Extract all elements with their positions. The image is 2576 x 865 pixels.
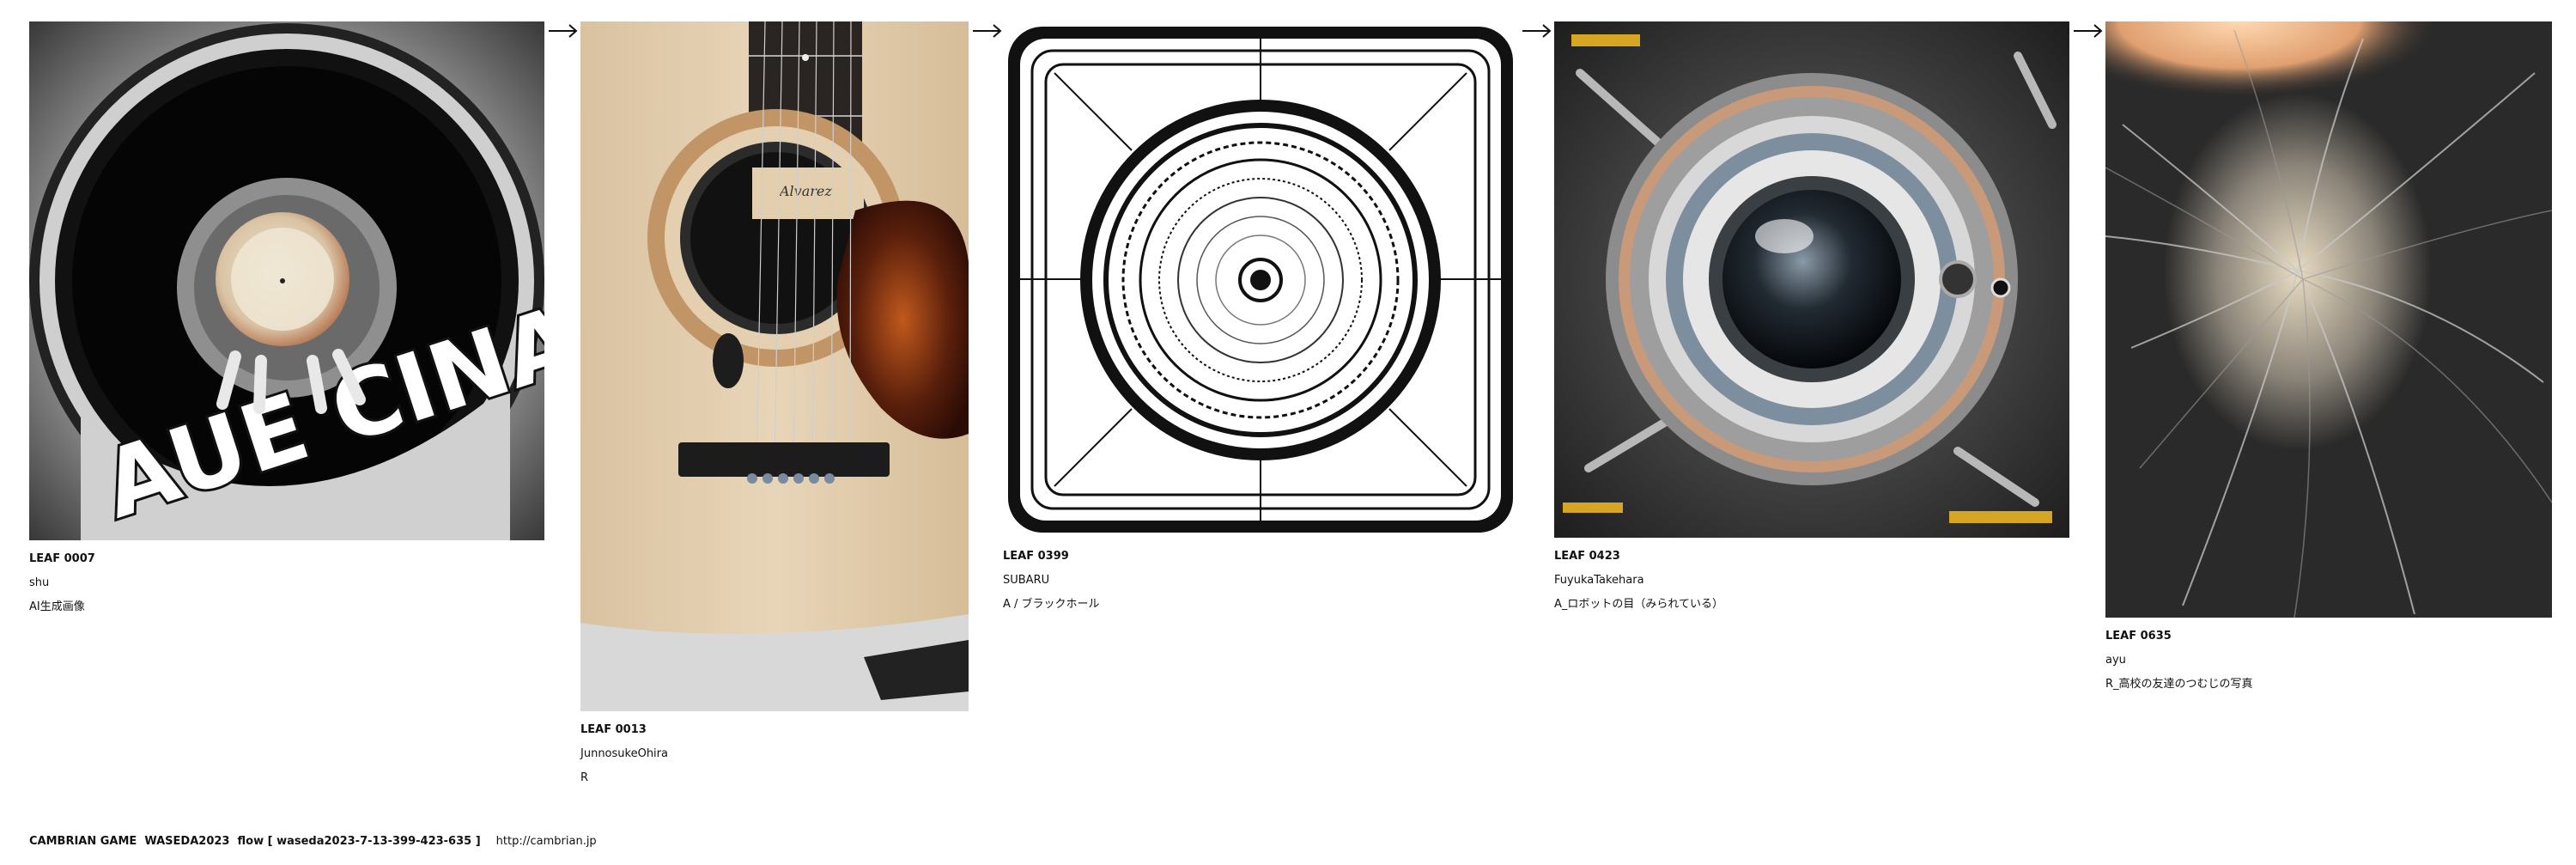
arrow-right-icon [2074,24,2103,38]
leaf-author[interactable]: JunnosukeOhira [580,742,969,766]
leaf-meta-0007: LEAF 0007 shu AI生成画像 [29,547,544,619]
leaf-flow: AUE CINAC LEAF 0007 shu AI生成画像 Alvarez L… [0,0,2576,865]
leaf-caption: A / ブラックホール [1003,598,1100,611]
leaf-meta-0635: LEAF 0635 ayu R_高校の友達のつむじの写真 [2105,624,2552,697]
arrow-right-icon [1522,24,1552,38]
footer: CAMBRIAN GAME WASEDA2023 flow [ waseda20… [29,835,597,848]
leaf-author[interactable]: SUBARU [1003,569,1518,593]
leaf-id: LEAF 0007 [29,552,95,565]
footer-link[interactable]: http://cambrian.jp [496,835,597,848]
leaf-image-0399[interactable] [1003,21,1518,538]
leaf-id: LEAF 0013 [580,723,647,736]
leaf-id: LEAF 0635 [2105,630,2172,643]
leaf-caption: R [580,771,589,784]
leaf-author[interactable]: FuyukaTakehara [1554,569,2069,593]
leaf-meta-0423: LEAF 0423 FuyukaTakehara A_ロボットの目（みられている… [1554,545,2069,617]
arrow-right-icon [973,24,1002,38]
leaf-image-0635[interactable] [2105,21,2552,618]
leaf-card-0399[interactable]: LEAF 0399 SUBARU A / ブラックホール [1003,21,1518,617]
leaf-id: LEAF 0399 [1003,550,1069,563]
leaf-caption: A_ロボットの目（みられている） [1554,598,1724,611]
leaf-card-0007[interactable]: AUE CINAC LEAF 0007 shu AI生成画像 [29,21,544,619]
leaf-card-0635[interactable]: LEAF 0635 ayu R_高校の友達のつむじの写真 [2105,21,2552,697]
leaf-meta-0013: LEAF 0013 JunnosukeOhira R [580,718,969,790]
footer-text: CAMBRIAN GAME WASEDA2023 flow [ waseda20… [29,835,481,848]
leaf-image-0423[interactable] [1554,21,2069,538]
leaf-author[interactable]: shu [29,571,544,595]
leaf-author[interactable]: ayu [2105,649,2552,673]
leaf-image-0013[interactable]: Alvarez [580,21,969,711]
leaf-caption: AI生成画像 [29,600,85,613]
leaf-card-0013[interactable]: Alvarez LEAF 0013 JunnosukeOhira R [580,21,969,790]
arrow-right-icon [549,24,578,38]
svg-text:Alvarez: Alvarez [778,183,832,199]
leaf-card-0423[interactable]: LEAF 0423 FuyukaTakehara A_ロボットの目（みられている… [1554,21,2069,617]
leaf-image-0007[interactable]: AUE CINAC [29,21,544,540]
leaf-id: LEAF 0423 [1554,550,1620,563]
leaf-caption: R_高校の友達のつむじの写真 [2105,678,2253,691]
leaf-meta-0399: LEAF 0399 SUBARU A / ブラックホール [1003,545,1518,617]
